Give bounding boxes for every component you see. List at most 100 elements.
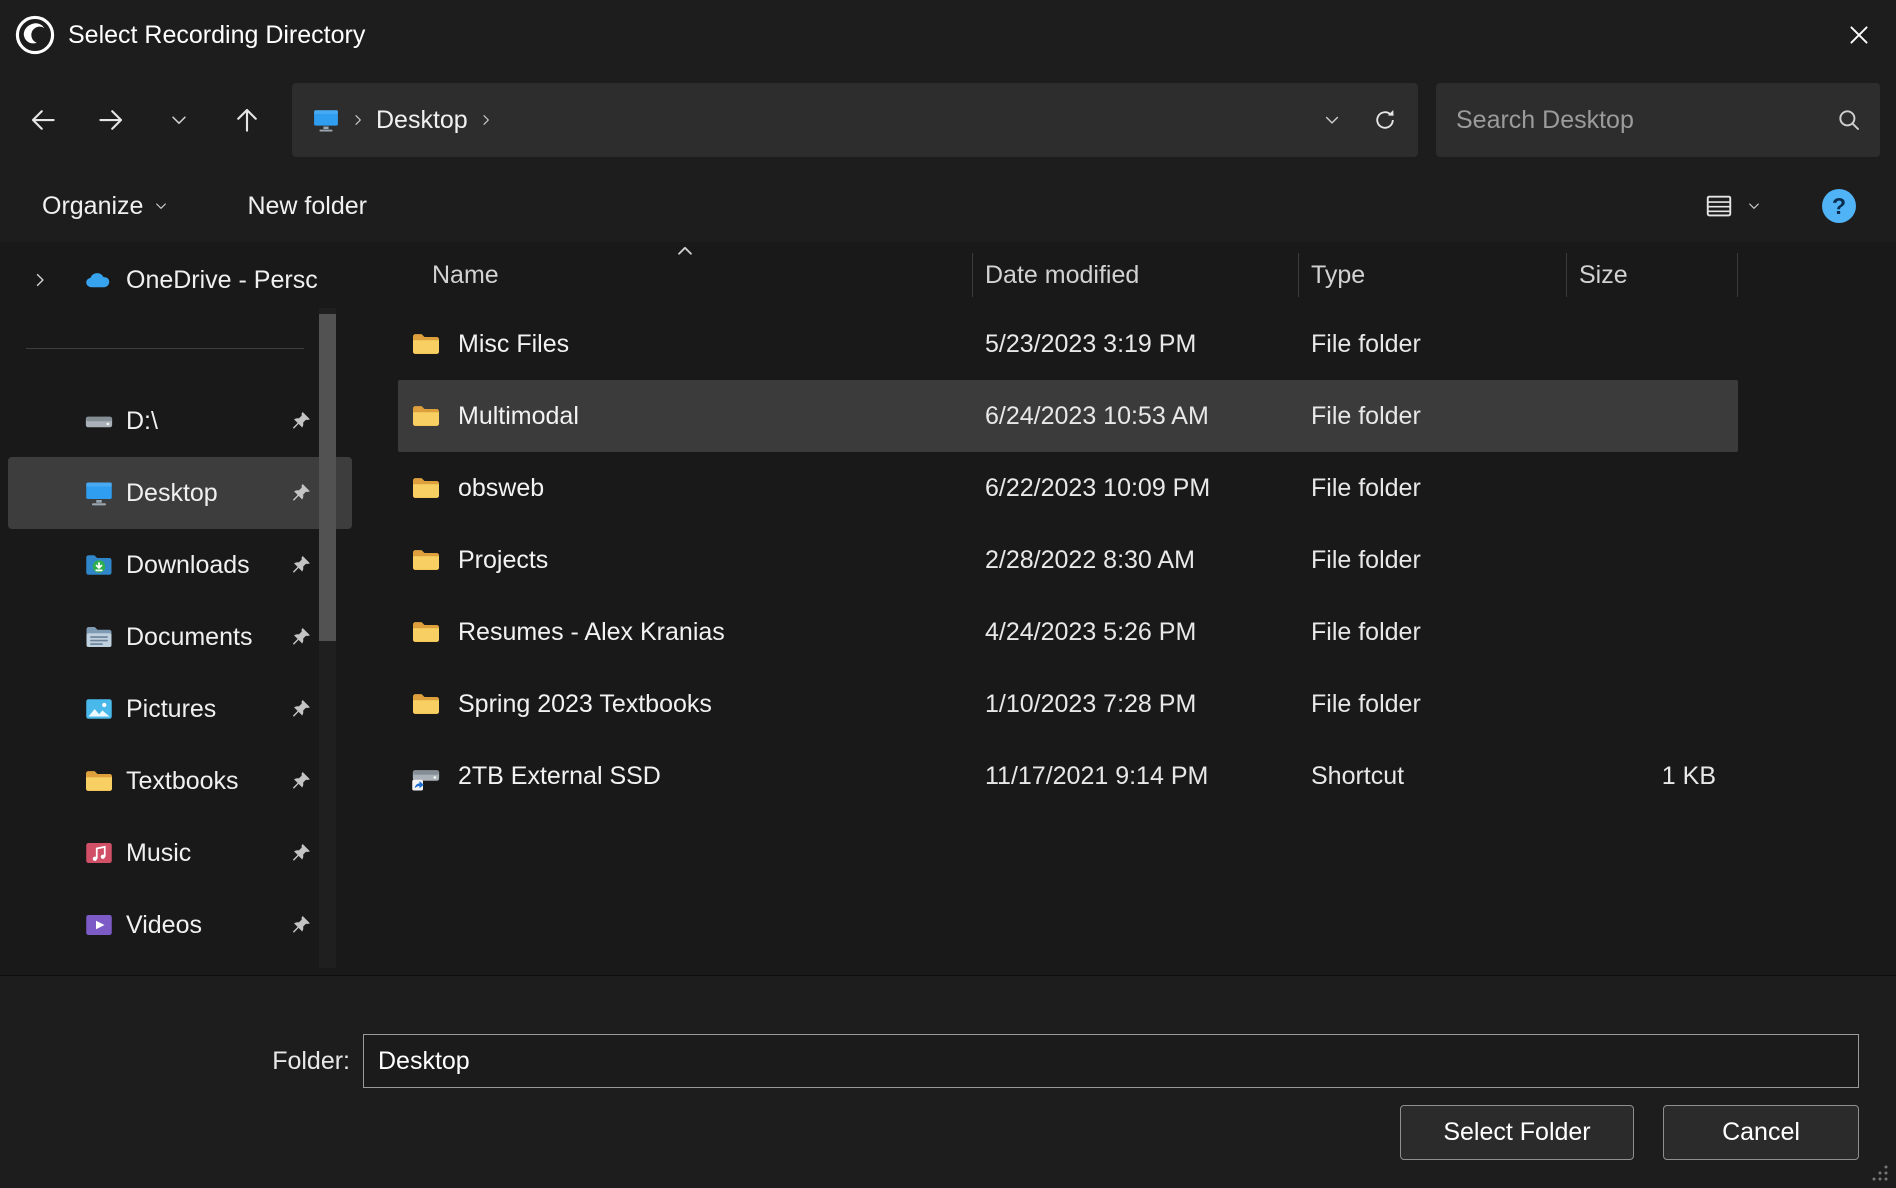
help-button[interactable]: ? (1822, 189, 1856, 223)
pin-icon[interactable] (290, 626, 312, 648)
file-size: 1 KB (1567, 762, 1738, 791)
pin-icon[interactable] (290, 410, 312, 432)
file-row-2tb-external-ssd[interactable]: 2TB External SSD 11/17/2021 9:14 PM Shor… (398, 740, 1738, 812)
sidebar-item-icon (84, 550, 114, 580)
sidebar-item-pictures[interactable]: Pictures (8, 673, 352, 745)
sidebar-item-documents[interactable]: Documents (8, 601, 352, 673)
resize-grip[interactable] (1870, 1163, 1890, 1183)
button-row: Select Folder Cancel (1400, 1105, 1859, 1160)
sidebar-item-label: Videos (126, 911, 202, 940)
file-name: Resumes - Alex Kranias (458, 618, 725, 647)
up-arrow-icon (232, 105, 262, 135)
view-mode-button[interactable] (1704, 191, 1762, 221)
new-folder-button[interactable]: New folder (247, 192, 367, 221)
file-name: Projects (458, 546, 548, 575)
sidebar-item-d[interactable]: D:\ (8, 385, 352, 457)
file-icon (410, 545, 442, 575)
pin-icon[interactable] (290, 698, 312, 720)
file-type: File folder (1299, 690, 1567, 719)
up-button[interactable] (218, 91, 276, 149)
file-type: File folder (1299, 618, 1567, 647)
sidebar-item-label: Pictures (126, 695, 216, 724)
file-name: Multimodal (458, 402, 579, 431)
file-icon (410, 401, 442, 431)
file-icon (410, 329, 442, 359)
file-name: obsweb (458, 474, 544, 503)
command-bar: Organize New folder ? (0, 170, 1896, 242)
sort-ascending-icon (674, 240, 696, 262)
pin-icon[interactable] (290, 554, 312, 576)
file-name: Spring 2023 Textbooks (458, 690, 712, 719)
file-row-spring-2023-textbooks[interactable]: Spring 2023 Textbooks 1/10/2023 7:28 PM … (398, 668, 1738, 740)
new-folder-label: New folder (247, 192, 367, 220)
back-arrow-icon (28, 105, 58, 135)
sidebar-item-downloads[interactable]: Downloads (8, 529, 352, 601)
cancel-button[interactable]: Cancel (1663, 1105, 1859, 1160)
file-icon (410, 617, 442, 647)
file-row-multimodal[interactable]: Multimodal 6/24/2023 10:53 AM File folde… (398, 380, 1738, 452)
sidebar-item-music[interactable]: Music (8, 817, 352, 889)
sidebar-item-icon (84, 838, 114, 868)
pin-icon[interactable] (290, 914, 312, 936)
pin-icon[interactable] (290, 482, 312, 504)
sidebar-item-icon (84, 910, 114, 940)
folder-row: Folder: (0, 976, 1896, 1088)
help-icon: ? (1832, 193, 1846, 220)
file-row-resumes-alex-kranias[interactable]: Resumes - Alex Kranias 4/24/2023 5:26 PM… (398, 596, 1738, 668)
recent-locations-button[interactable] (150, 91, 208, 149)
sidebar-separator (26, 348, 304, 349)
search-input[interactable] (1454, 105, 1836, 136)
breadcrumb-desktop[interactable]: Desktop (376, 106, 468, 135)
sidebar-item-icon (84, 622, 114, 652)
file-name: Misc Files (458, 330, 569, 359)
sidebar-pinned-list: D:\ Desktop Downloads Documents Pictures… (0, 385, 360, 961)
folder-input[interactable] (363, 1034, 1859, 1088)
file-date-modified: 4/24/2023 5:26 PM (973, 618, 1299, 647)
close-button[interactable] (1822, 0, 1896, 70)
forward-button[interactable] (82, 91, 140, 149)
folder-label: Folder: (0, 1047, 350, 1076)
file-row-obsweb[interactable]: obsweb 6/22/2023 10:09 PM File folder (398, 452, 1738, 524)
sidebar-item-videos[interactable]: Videos (8, 889, 352, 961)
pin-icon[interactable] (290, 770, 312, 792)
file-date-modified: 1/10/2023 7:28 PM (973, 690, 1299, 719)
select-folder-button[interactable]: Select Folder (1400, 1105, 1634, 1160)
sidebar-item-onedrive[interactable]: OneDrive - Persc (8, 246, 352, 314)
column-header-type[interactable]: Type (1299, 253, 1567, 297)
breadcrumb-chevron-icon (350, 112, 366, 128)
file-row-misc-files[interactable]: Misc Files 5/23/2023 3:19 PM File folder (398, 308, 1738, 380)
select-recording-directory-dialog: Select Recording Directory Desktop (0, 0, 1896, 1188)
file-icon (410, 689, 442, 719)
sidebar-item-label: Documents (126, 623, 252, 652)
scrollbar-thumb[interactable] (319, 314, 336, 641)
file-rows: Misc Files 5/23/2023 3:19 PM File folder… (398, 308, 1896, 812)
sidebar-item-label: OneDrive - Persc (126, 266, 318, 295)
column-header-date-modified[interactable]: Date modified (973, 253, 1299, 297)
file-icon (410, 761, 442, 791)
breadcrumb-chevron-icon[interactable] (478, 112, 494, 128)
column-header-size[interactable]: Size (1567, 253, 1738, 297)
back-button[interactable] (14, 91, 72, 149)
file-list: Name Date modified Type Size Misc Files … (360, 242, 1896, 975)
organize-label: Organize (42, 192, 143, 221)
address-dropdown-icon[interactable] (1322, 110, 1342, 130)
sidebar-item-label: Downloads (126, 551, 250, 580)
file-type: File folder (1299, 546, 1567, 575)
file-row-projects[interactable]: Projects 2/28/2022 8:30 AM File folder (398, 524, 1738, 596)
search-box[interactable] (1436, 83, 1880, 157)
sidebar-scrollbar[interactable] (319, 308, 336, 968)
address-bar[interactable]: Desktop (292, 83, 1418, 157)
refresh-icon[interactable] (1372, 107, 1398, 133)
sidebar-item-textbooks[interactable]: Textbooks (8, 745, 352, 817)
sidebar-item-desktop[interactable]: Desktop (8, 457, 352, 529)
file-icon (410, 473, 442, 503)
navigation-pane: OneDrive - Persc D:\ Desktop Downloads D… (0, 242, 360, 975)
column-header-row: Name Date modified Type Size (398, 242, 1896, 308)
pin-icon[interactable] (290, 842, 312, 864)
sidebar-item-icon (84, 766, 114, 796)
sidebar-item-label: Music (126, 839, 191, 868)
search-icon[interactable] (1836, 107, 1862, 133)
expand-chevron-icon[interactable] (30, 270, 50, 290)
file-date-modified: 5/23/2023 3:19 PM (973, 330, 1299, 359)
organize-button[interactable]: Organize (42, 192, 169, 221)
